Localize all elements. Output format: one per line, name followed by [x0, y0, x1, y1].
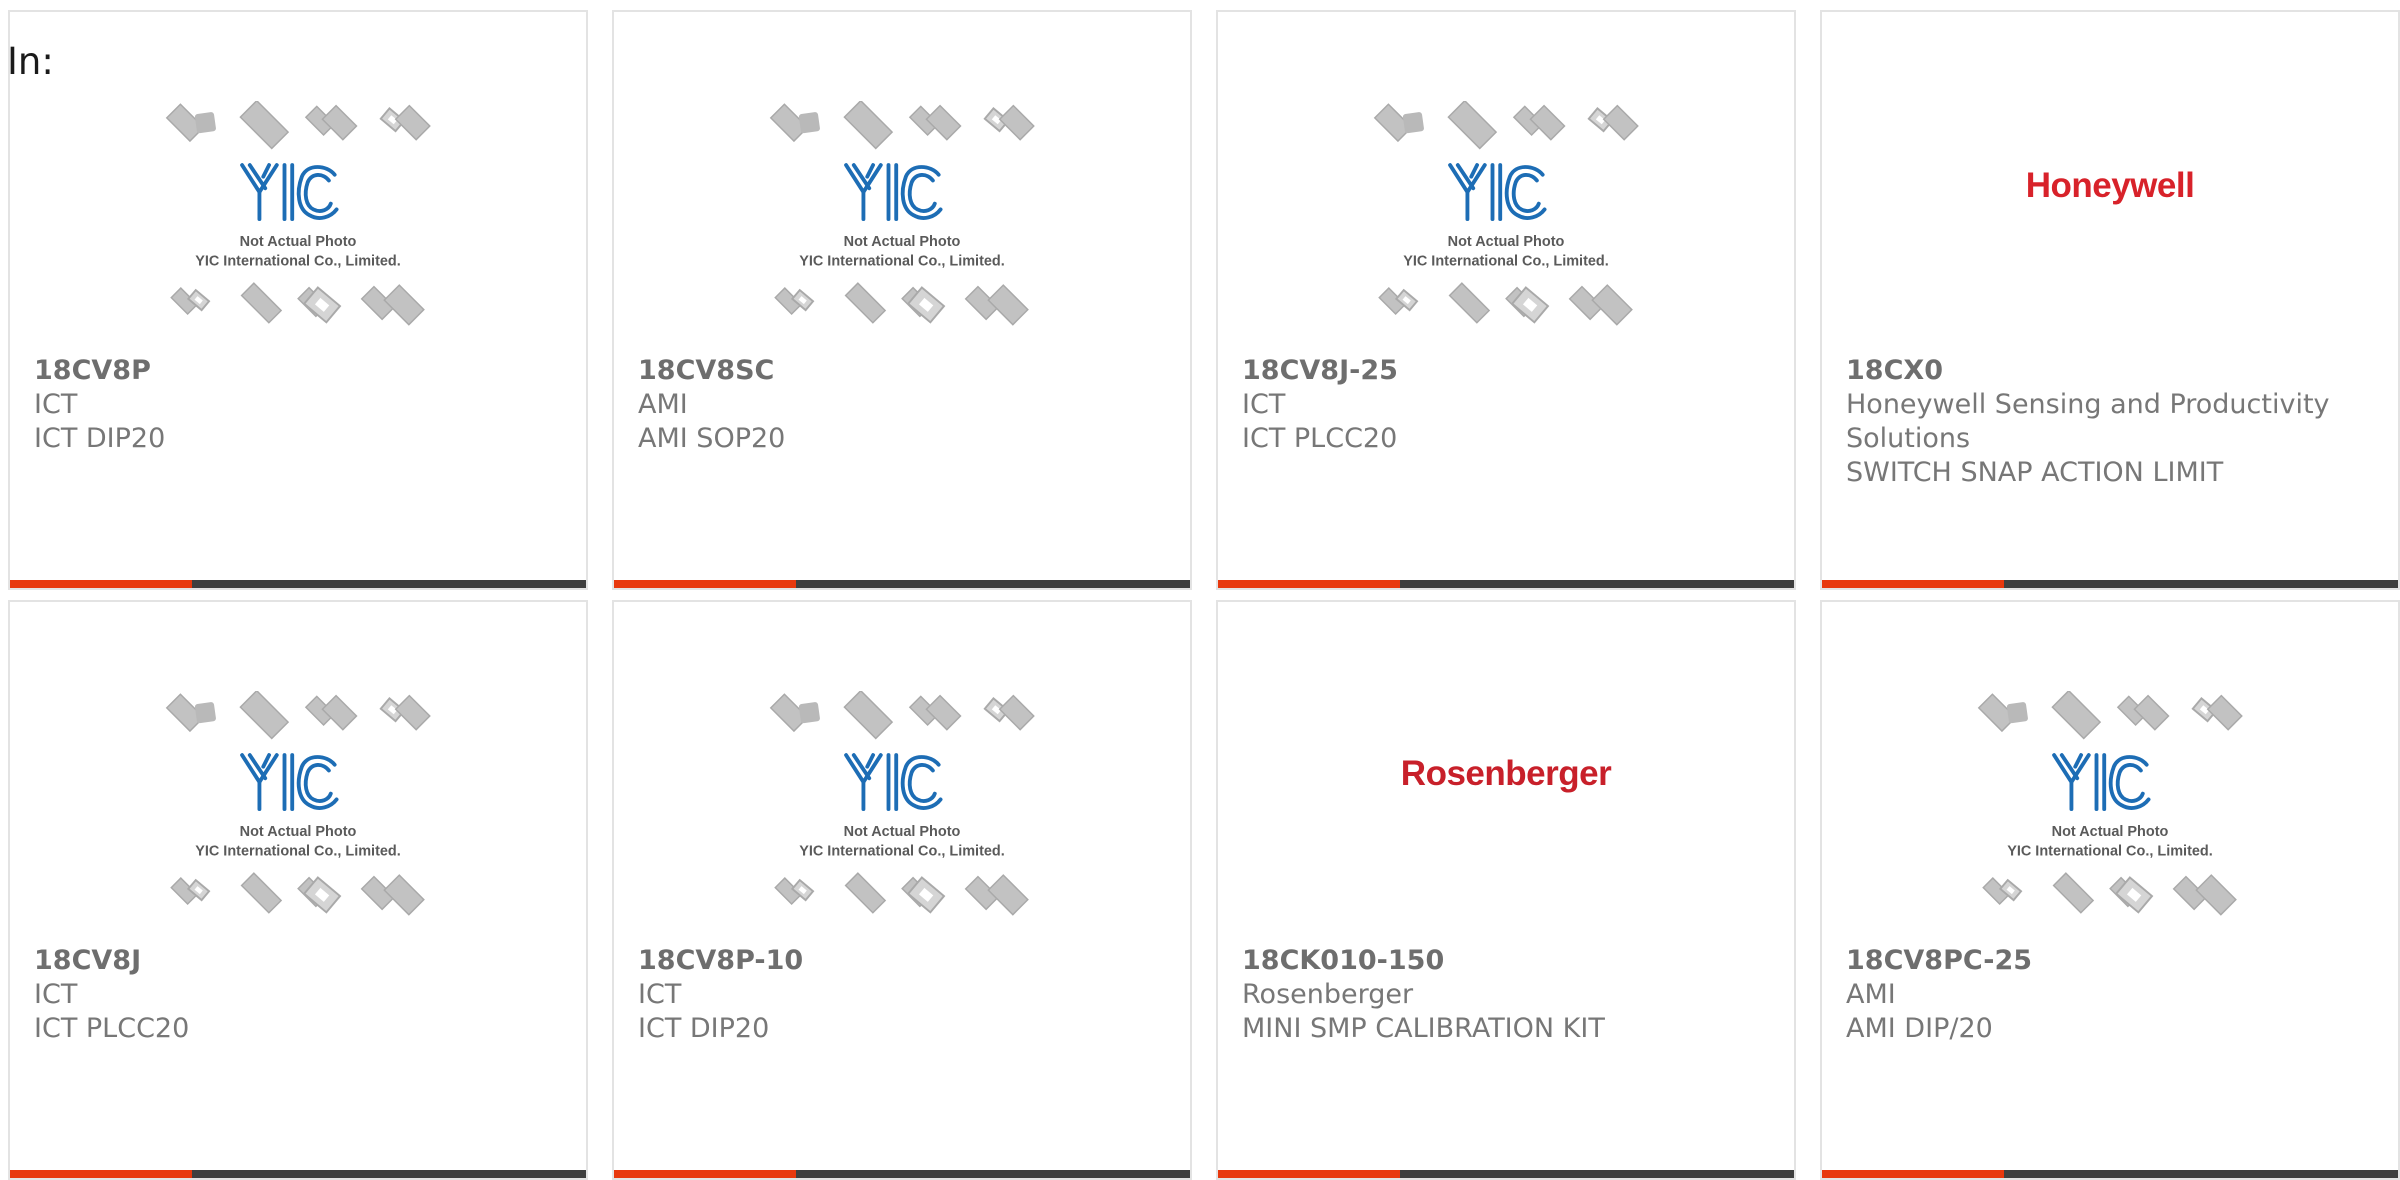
product-card[interactable]: Rosenberger 18CK010-150 Rosenberger MINI…: [1216, 600, 1796, 1180]
card-bar-accent: [1218, 1170, 1400, 1178]
card-bar-accent: [10, 580, 192, 588]
product-info: 18CV8SC AMI AMI SOP20: [638, 354, 1166, 456]
card-bar-accent: [614, 1170, 796, 1178]
part-number[interactable]: 18CV8P-10: [638, 944, 1166, 978]
product-info: 18CV8P-10 ICT ICT DIP20: [638, 944, 1166, 1046]
description: ICT DIP20: [34, 423, 166, 454]
yic-placeholder-image: Not Actual Photo YIC International Co., …: [769, 101, 1035, 326]
yic-placeholder-image: Not Actual Photo YIC International Co., …: [165, 101, 431, 326]
part-number[interactable]: 18CV8P: [34, 354, 562, 388]
placeholder-line2: YIC International Co., Limited.: [195, 843, 401, 859]
manufacturer: Honeywell Sensing and Productivity Solut…: [1846, 389, 2330, 454]
yic-placeholder-image: Not Actual Photo YIC International Co., …: [1977, 691, 2243, 916]
card-bottom-bar: [1218, 580, 1794, 588]
product-image: Not Actual Photo YIC International Co., …: [10, 680, 586, 942]
product-grid: Not Actual Photo YIC International Co., …: [8, 10, 2400, 1180]
card-bottom-bar: [1822, 580, 2398, 588]
part-number[interactable]: 18CX0: [1846, 354, 2374, 388]
description: ICT DIP20: [638, 1013, 770, 1044]
placeholder-line1: Not Actual Photo: [844, 824, 961, 840]
part-number[interactable]: 18CK010-150: [1242, 944, 1770, 978]
manufacturer: ICT: [638, 979, 682, 1010]
product-info: 18CX0 Honeywell Sensing and Productivity…: [1846, 354, 2374, 490]
product-card[interactable]: Honeywell 18CX0 Honeywell Sensing and Pr…: [1820, 10, 2400, 590]
product-info: 18CK010-150 Rosenberger MINI SMP CALIBRA…: [1242, 944, 1770, 1046]
product-image: Rosenberger: [1218, 680, 1794, 942]
product-card[interactable]: Not Actual Photo YIC International Co., …: [1820, 600, 2400, 1180]
product-card[interactable]: Not Actual Photo YIC International Co., …: [612, 10, 1192, 590]
card-bar-accent: [1218, 580, 1400, 588]
card-bottom-bar: [614, 1170, 1190, 1178]
part-number[interactable]: 18CV8J-25: [1242, 354, 1770, 388]
in-label: In:: [7, 40, 54, 83]
product-info: 18CV8J ICT ICT PLCC20: [34, 944, 562, 1046]
yic-logo-icon: [844, 163, 943, 221]
card-bar-accent: [1822, 1170, 2004, 1178]
product-info: 18CV8J-25 ICT ICT PLCC20: [1242, 354, 1770, 456]
product-image: Not Actual Photo YIC International Co., …: [614, 90, 1190, 352]
card-bar-accent: [10, 1170, 192, 1178]
product-card[interactable]: Not Actual Photo YIC International Co., …: [8, 600, 588, 1180]
placeholder-line2: YIC International Co., Limited.: [799, 843, 1005, 859]
part-number[interactable]: 18CV8SC: [638, 354, 1166, 388]
placeholder-line2: YIC International Co., Limited.: [799, 253, 1005, 269]
manufacturer: ICT: [34, 389, 78, 420]
manufacturer: ICT: [34, 979, 78, 1010]
description: AMI DIP/20: [1846, 1013, 1993, 1044]
product-info: 18CV8PC-25 AMI AMI DIP/20: [1846, 944, 2374, 1046]
placeholder-line2: YIC International Co., Limited.: [2007, 843, 2213, 859]
description: ICT PLCC20: [34, 1013, 190, 1044]
honeywell-logo-icon: Honeywell: [2025, 166, 2195, 205]
card-bar-accent: [1822, 580, 2004, 588]
product-card[interactable]: Not Actual Photo YIC International Co., …: [1216, 10, 1796, 590]
yic-logo-icon: [1448, 163, 1547, 221]
card-bottom-bar: [614, 580, 1190, 588]
description: MINI SMP CALIBRATION KIT: [1242, 1013, 1605, 1044]
yic-logo-icon: [240, 163, 339, 221]
yic-logo-icon: [240, 753, 339, 812]
card-bottom-bar: [1822, 1170, 2398, 1178]
product-image: Not Actual Photo YIC International Co., …: [1822, 680, 2398, 942]
description: AMI SOP20: [638, 423, 786, 454]
description: SWITCH SNAP ACTION LIMIT: [1846, 457, 2224, 488]
placeholder-line2: YIC International Co., Limited.: [1403, 253, 1609, 269]
product-card[interactable]: Not Actual Photo YIC International Co., …: [612, 600, 1192, 1180]
part-number[interactable]: 18CV8J: [34, 944, 562, 978]
part-number[interactable]: 18CV8PC-25: [1846, 944, 2374, 978]
placeholder-line2: YIC International Co., Limited.: [195, 253, 401, 269]
manufacturer: ICT: [1242, 389, 1286, 420]
yic-logo-icon: [844, 753, 943, 812]
placeholder-line1: Not Actual Photo: [2052, 824, 2169, 840]
card-bottom-bar: [10, 1170, 586, 1178]
card-bar-accent: [614, 580, 796, 588]
description: ICT PLCC20: [1242, 423, 1398, 454]
placeholder-line1: Not Actual Photo: [1448, 234, 1565, 250]
product-card[interactable]: Not Actual Photo YIC International Co., …: [8, 10, 588, 590]
product-image: Not Actual Photo YIC International Co., …: [1218, 90, 1794, 352]
rosenberger-logo-icon: Rosenberger: [1400, 754, 1612, 793]
product-image: Honeywell: [1822, 90, 2398, 352]
placeholder-line1: Not Actual Photo: [844, 234, 961, 250]
manufacturer: AMI: [1846, 979, 1896, 1010]
manufacturer: Rosenberger: [1242, 979, 1414, 1010]
product-info: 18CV8P ICT ICT DIP20: [34, 354, 562, 456]
yic-placeholder-image: Not Actual Photo YIC International Co., …: [165, 691, 431, 916]
placeholder-line1: Not Actual Photo: [240, 234, 357, 250]
yic-placeholder-image: Not Actual Photo YIC International Co., …: [769, 691, 1035, 916]
placeholder-line1: Not Actual Photo: [240, 824, 357, 840]
card-bottom-bar: [10, 580, 586, 588]
yic-logo-icon: [2052, 753, 2151, 812]
product-image: Not Actual Photo YIC International Co., …: [614, 680, 1190, 942]
yic-placeholder-image: Not Actual Photo YIC International Co., …: [1373, 101, 1639, 326]
product-image: Not Actual Photo YIC International Co., …: [10, 90, 586, 352]
manufacturer: AMI: [638, 389, 688, 420]
card-bottom-bar: [1218, 1170, 1794, 1178]
